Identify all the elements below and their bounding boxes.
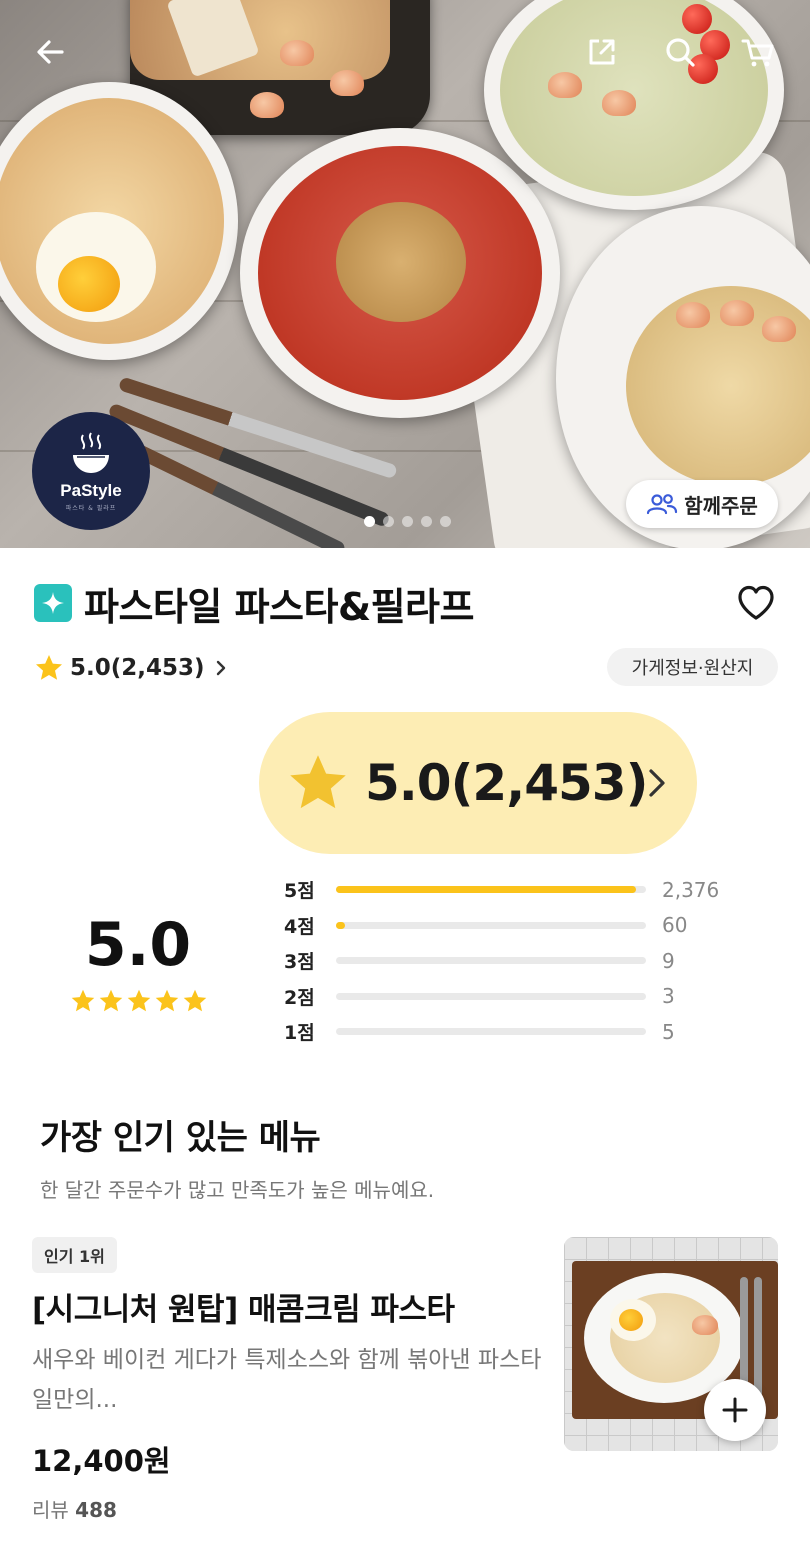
share-button[interactable]: [580, 30, 624, 74]
search-button[interactable]: [658, 30, 702, 74]
rating-row-count: 2,376: [662, 877, 720, 902]
store-info-button[interactable]: 가게정보·원산지: [607, 648, 778, 686]
star-rating: [70, 988, 208, 1014]
menu-item-name[interactable]: [시그니처 원탑] 매콤크림 파스타: [32, 1284, 455, 1329]
carousel-dot[interactable]: [383, 516, 394, 527]
cart-icon: [741, 39, 774, 67]
spoon: [754, 1277, 762, 1397]
carousel-dot[interactable]: [364, 516, 375, 527]
shrimp: [548, 72, 582, 98]
carousel-indicator: [364, 516, 451, 527]
shrimp: [280, 40, 314, 66]
favorite-button[interactable]: [734, 581, 778, 625]
menu-item-price: 12,400원: [32, 1444, 171, 1478]
rating-bar-track: [336, 886, 646, 894]
share-icon: [589, 39, 615, 65]
plus-icon: [722, 1397, 748, 1423]
noodle-bowl-icon: [73, 431, 109, 473]
rating-row-5: 5점 2,376: [284, 872, 724, 908]
menu-item-description[interactable]: 새우와 베이컨 게다가 특제소스와 함께 볶아낸 파스타일만의...: [32, 1340, 542, 1420]
people-icon: [647, 494, 678, 515]
store-rating-text: 5.0(2,453): [70, 655, 205, 681]
rating-row-label: 5점: [284, 880, 315, 903]
rating-bar-track: [336, 992, 646, 1000]
star-icon: [71, 989, 95, 1012]
rating-row-label: 2점: [284, 986, 315, 1009]
rating-bar-fill: [336, 886, 637, 894]
rating-bar-track: [336, 957, 646, 965]
logo-subtext: 파스타 & 필라프: [65, 504, 117, 512]
store-name: 파스타일 파스타&필라프: [84, 584, 474, 629]
store-header: 파스타일 파스타&필라프: [34, 576, 778, 630]
rating-row-label: 4점: [284, 915, 315, 938]
rating-bar-track: [336, 1028, 646, 1036]
arrow-left-icon: [37, 40, 64, 64]
shrimp: [692, 1315, 718, 1335]
popular-menu-subtitle: 한 달간 주문수가 많고 만족도가 높은 메뉴예요.: [40, 1178, 435, 1202]
carousel-dot[interactable]: [421, 516, 432, 527]
rating-row-count: 3: [662, 984, 675, 1009]
rating-bar-fill: [336, 921, 346, 929]
shrimp: [676, 302, 710, 328]
star-icon: [155, 989, 179, 1012]
rating-row-label: 3점: [284, 951, 315, 974]
rating-row-count: 60: [662, 913, 688, 938]
rating-distribution: 5점 2,376 4점 60 3점 9 2점 3 1점 5: [284, 872, 724, 1050]
search-icon: [666, 38, 695, 67]
rating-row-1: 1점 5: [284, 1014, 724, 1050]
rating-bar-track: [336, 921, 646, 929]
shrimp: [250, 92, 284, 118]
rating-highlight-pill[interactable]: 5.0(2,453): [259, 712, 697, 854]
rating-row-count: 9: [662, 948, 675, 973]
chevron-right-icon: [216, 660, 225, 676]
carousel-dot[interactable]: [440, 516, 451, 527]
rating-row-2: 2점 3: [284, 979, 724, 1015]
star-icon: [99, 989, 123, 1012]
egg-yolk: [58, 256, 120, 312]
add-to-cart-button[interactable]: [704, 1379, 766, 1441]
shrimp: [602, 90, 636, 116]
menu-item-reviews: 리뷰 488: [32, 1494, 117, 1523]
star-icon: [183, 989, 207, 1012]
plate-tomato-pasta: [240, 128, 560, 418]
rating-row-4: 4점 60: [284, 908, 724, 944]
shrimp: [762, 316, 796, 342]
popular-menu-title: 가장 인기 있는 메뉴: [40, 1118, 321, 1158]
shrimp: [330, 70, 364, 96]
back-button[interactable]: [28, 30, 72, 74]
star-icon: [127, 989, 151, 1012]
logo-text: PaStyle: [60, 480, 122, 500]
rating-row-3: 3점 9: [284, 943, 724, 979]
review-label: 리뷰: [32, 1498, 69, 1522]
heart-icon: [738, 585, 774, 620]
review-count: 488: [75, 1498, 117, 1522]
cart-button[interactable]: [736, 30, 780, 74]
rank-badge: 인기 1위: [32, 1237, 117, 1273]
shrimp: [720, 300, 754, 326]
hero-image[interactable]: PaStyle 파스타 & 필라프 함께주문: [0, 0, 810, 548]
star-icon: [36, 655, 62, 680]
carousel-dot[interactable]: [402, 516, 413, 527]
sparkle-badge-icon: [34, 584, 72, 622]
rating-pill-text: 5.0(2,453): [365, 754, 648, 812]
star-icon: [290, 755, 346, 809]
rating-row-label: 1점: [284, 1022, 315, 1045]
group-order-label: 함께주문: [684, 493, 758, 518]
store-rating-link[interactable]: 5.0(2,453): [34, 648, 231, 688]
group-order-button[interactable]: 함께주문: [626, 480, 778, 528]
chevron-right-icon: [649, 769, 665, 797]
egg-yolk: [619, 1309, 643, 1331]
average-score: 5.0: [84, 910, 192, 980]
store-logo: PaStyle 파스타 & 필라프: [32, 412, 150, 530]
rating-row-count: 5: [662, 1019, 675, 1044]
